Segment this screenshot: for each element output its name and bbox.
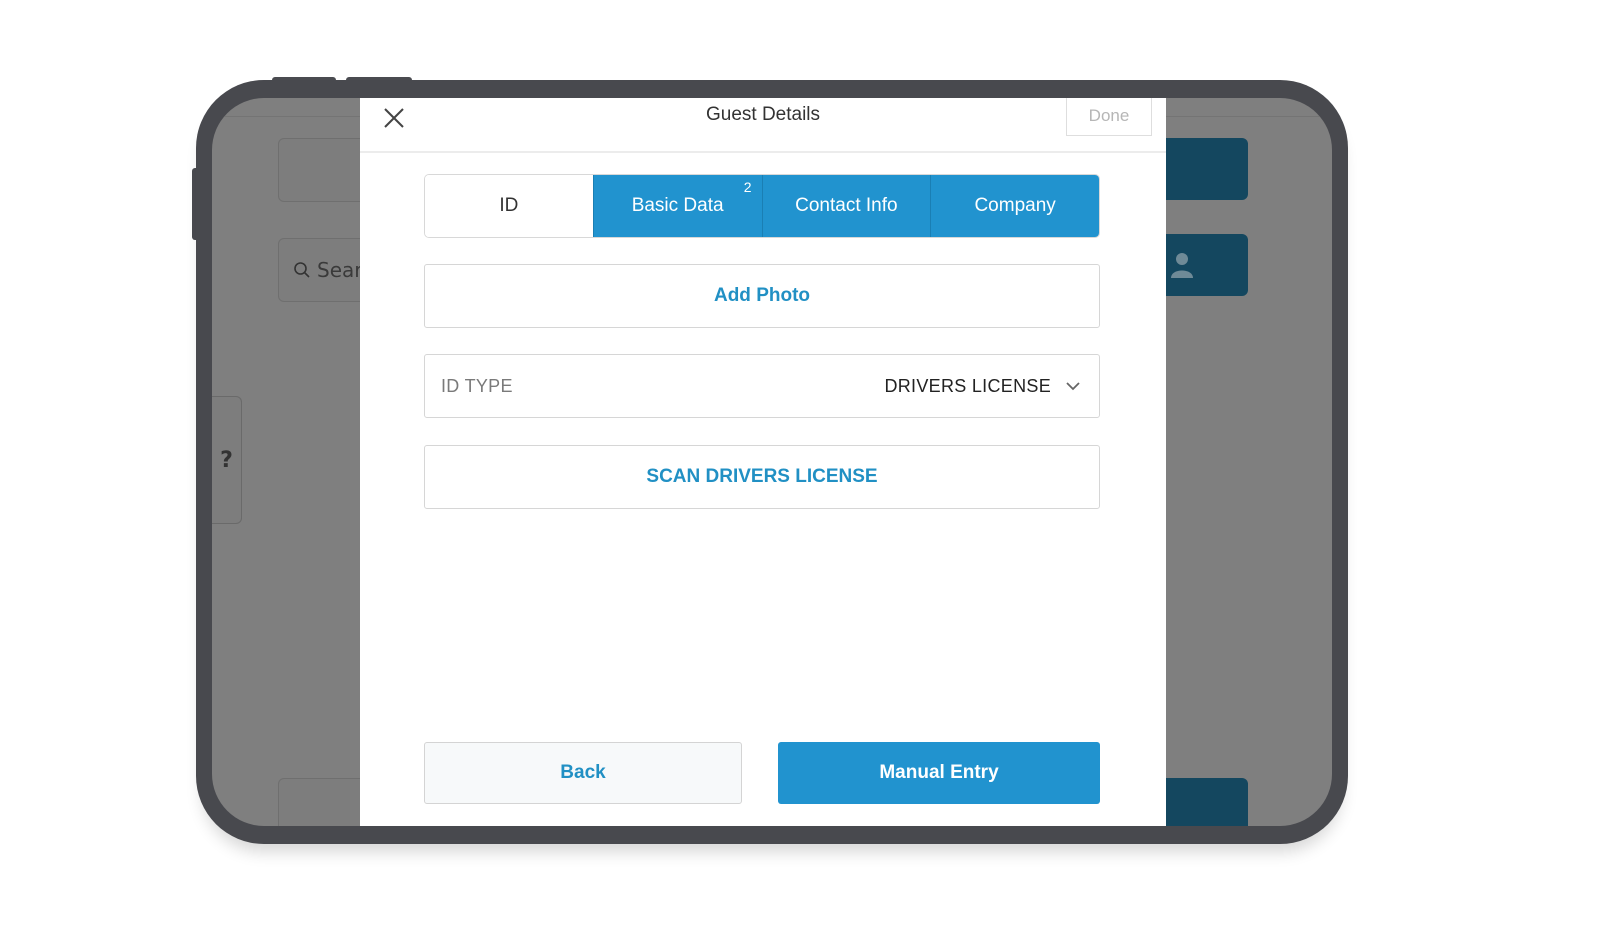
scan-drivers-license-button[interactable]: SCAN DRIVERS LICENSE [424,445,1100,509]
tab-badge: 2 [743,179,752,195]
tab-contact-info[interactable]: Contact Info [761,175,931,237]
tab-company[interactable]: Company [930,175,1099,237]
guest-details-modal: Guest Details Done ID Basic Data 2 Conta… [360,98,1166,826]
tab-basic-data[interactable]: Basic Data 2 [592,175,762,237]
search-icon [294,262,310,278]
tab-id[interactable]: ID [425,175,593,237]
modal-title: Guest Details [705,104,821,125]
tab-label: Company [974,195,1056,216]
chevron-down-icon [1066,382,1080,391]
user-icon [1171,253,1193,278]
id-type-select[interactable]: ID TYPE DRIVERS LICENSE [424,354,1100,418]
manual-entry-button[interactable]: Manual Entry [778,742,1100,804]
id-type-value: DRIVERS LICENSE [884,375,1051,396]
id-type-selected: DRIVERS LICENSE [884,376,1081,397]
tablet-frame: Searc ? Guest Details Done ID Basic Data… [196,80,1348,844]
modal-header: Guest Details Done [360,98,1166,153]
back-button[interactable]: Back [424,742,742,804]
tab-label: Contact Info [795,195,898,216]
id-type-label: ID TYPE [441,375,513,396]
done-button[interactable]: Done [1066,98,1152,136]
tab-label: ID [499,195,519,216]
background-help-tab: ? [212,396,242,524]
tab-label: Basic Data [631,195,724,216]
section-tabs: ID Basic Data 2 Contact Info Company [424,174,1100,238]
add-photo-button[interactable]: Add Photo [424,264,1100,328]
tablet-screen: Searc ? Guest Details Done ID Basic Data… [212,98,1332,826]
